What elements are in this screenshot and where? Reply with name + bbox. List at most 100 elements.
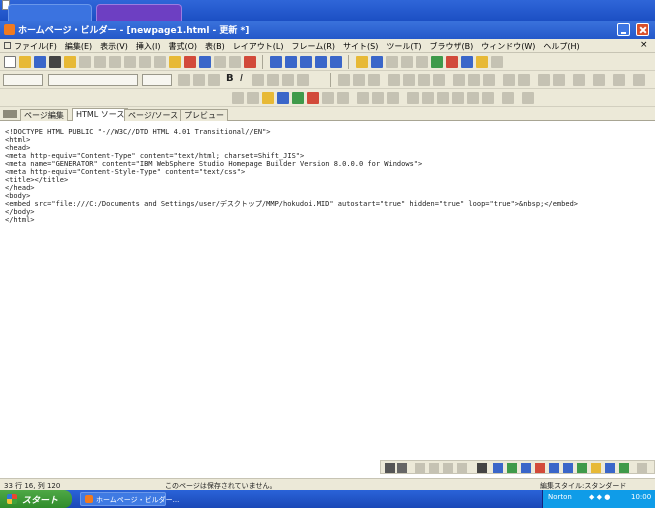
indent-icon[interactable] [208, 74, 220, 86]
insert-list-icon[interactable] [337, 92, 349, 104]
menu-browser[interactable]: ブラウザ(B) [429, 41, 473, 52]
insert-textbox-icon[interactable] [372, 92, 384, 104]
table-delete-row-icon[interactable] [418, 74, 430, 86]
column-width-icon[interactable] [573, 74, 585, 86]
insert-webart-icon[interactable] [292, 92, 304, 104]
tab-page-source[interactable]: ページ/ソース [124, 109, 183, 121]
font-name-select[interactable] [48, 74, 138, 86]
attributes-icon[interactable] [521, 463, 531, 473]
format-code-icon[interactable] [457, 463, 467, 473]
insert-hidden-icon[interactable] [467, 92, 479, 104]
table-grid-icon[interactable] [401, 56, 413, 68]
table-style-icon[interactable] [613, 74, 625, 86]
menu-table[interactable]: 表(B) [205, 41, 225, 52]
help-icon[interactable] [491, 56, 503, 68]
cut-icon[interactable] [94, 56, 106, 68]
font-size-select[interactable] [142, 74, 172, 86]
clip-art-icon[interactable] [371, 56, 383, 68]
webart-icon[interactable] [431, 56, 443, 68]
save-icon[interactable] [34, 56, 46, 68]
gallery-icon[interactable] [461, 56, 473, 68]
minimize-button[interactable] [617, 23, 630, 36]
insert-tag-icon[interactable] [522, 92, 534, 104]
link-icon[interactable] [184, 56, 196, 68]
check-icon[interactable] [577, 463, 587, 473]
table-insert-column-icon[interactable] [403, 74, 415, 86]
hyperlink-icon[interactable] [232, 92, 244, 104]
html-source-editor[interactable]: <!DOCTYPE HTML PUBLIC "-//W3C//DTD HTML … [0, 122, 655, 456]
menu-format[interactable]: 書式(O) [168, 41, 197, 52]
frame-icon[interactable] [285, 56, 297, 68]
background-window-tab-purple[interactable] [96, 4, 182, 21]
replace-icon[interactable] [154, 56, 166, 68]
align-left-icon[interactable] [338, 74, 350, 86]
insert-checkbox-icon[interactable] [407, 92, 419, 104]
spell-check-icon[interactable] [229, 56, 241, 68]
paragraph-style-select[interactable] [3, 74, 43, 86]
table-insert-row-icon[interactable] [388, 74, 400, 86]
insert-clip-art-icon[interactable] [277, 92, 289, 104]
align-right-icon[interactable] [368, 74, 380, 86]
indent-code-icon[interactable] [415, 463, 425, 473]
palette-icon[interactable] [507, 463, 517, 473]
menu-tools[interactable]: ツール(T) [386, 41, 421, 52]
outdent-code-icon[interactable] [429, 463, 439, 473]
italic-icon[interactable]: I [240, 73, 243, 84]
insert-button-icon[interactable] [387, 92, 399, 104]
tab-preview[interactable]: プレビュー [180, 109, 228, 121]
layout-frame-icon[interactable] [416, 56, 428, 68]
insert-script-icon[interactable] [482, 92, 494, 104]
open-folder-icon[interactable] [19, 56, 31, 68]
insert-radio-icon[interactable] [422, 92, 434, 104]
menu-view[interactable]: 表示(V) [100, 41, 128, 52]
layout-icon[interactable] [270, 56, 282, 68]
preview-icon[interactable] [244, 56, 256, 68]
horizontal-rule-icon[interactable] [322, 92, 334, 104]
table-split-icon[interactable] [468, 74, 480, 86]
cell-border-icon[interactable] [553, 74, 565, 86]
folder-view-icon[interactable] [315, 56, 327, 68]
numbered-list-icon[interactable] [193, 74, 205, 86]
new-page-icon[interactable] [4, 56, 16, 68]
publish-icon[interactable] [330, 56, 342, 68]
cell-color-icon[interactable] [538, 74, 550, 86]
find-icon[interactable] [139, 56, 151, 68]
table-merge-icon[interactable] [453, 74, 465, 86]
menu-insert[interactable]: 挿入(I) [136, 41, 161, 52]
copy-icon[interactable] [109, 56, 121, 68]
redo-icon[interactable] [79, 56, 91, 68]
taskbar-app-button[interactable]: ホームページ・ビルダー... [80, 492, 179, 506]
tray-icons[interactable]: ◆ ◆ ● [589, 493, 610, 501]
script-icon[interactable] [476, 56, 488, 68]
menu-frame[interactable]: フレーム(R) [291, 41, 335, 52]
close-button[interactable] [636, 23, 649, 36]
table-properties-icon[interactable] [483, 74, 495, 86]
table-more-icon[interactable] [633, 74, 645, 86]
navigator-icon[interactable] [563, 463, 573, 473]
form-icon[interactable] [214, 56, 226, 68]
background-window-tab[interactable] [8, 4, 92, 21]
insert-select-icon[interactable] [437, 92, 449, 104]
bullet-list-icon[interactable] [178, 74, 190, 86]
menu-help[interactable]: ヘルプ(H) [543, 41, 579, 52]
dropdown-icon[interactable] [386, 56, 398, 68]
anchor-icon[interactable] [247, 92, 259, 104]
tab-html-source[interactable]: HTML ソース [72, 108, 129, 121]
window-icon[interactable] [493, 463, 503, 473]
menu-window[interactable]: ウィンドウ(W) [481, 41, 535, 52]
bold-icon[interactable]: B [226, 73, 234, 84]
image-file-icon[interactable] [356, 56, 368, 68]
tips-icon[interactable] [591, 463, 601, 473]
paste-icon[interactable] [124, 56, 136, 68]
insert-image-icon[interactable] [262, 92, 274, 104]
insert-media-icon[interactable] [307, 92, 319, 104]
font-size-up-icon[interactable] [267, 74, 279, 86]
menu-layout[interactable]: レイアウト(L) [233, 41, 284, 52]
clock-icon[interactable] [605, 463, 615, 473]
print-icon[interactable] [49, 56, 61, 68]
scroll-arrow-icon[interactable] [637, 463, 647, 473]
extras-icon[interactable] [619, 463, 629, 473]
cell-align-icon[interactable] [503, 74, 515, 86]
html-tag-icon[interactable] [385, 463, 395, 473]
view-mode-icon[interactable] [3, 110, 17, 118]
